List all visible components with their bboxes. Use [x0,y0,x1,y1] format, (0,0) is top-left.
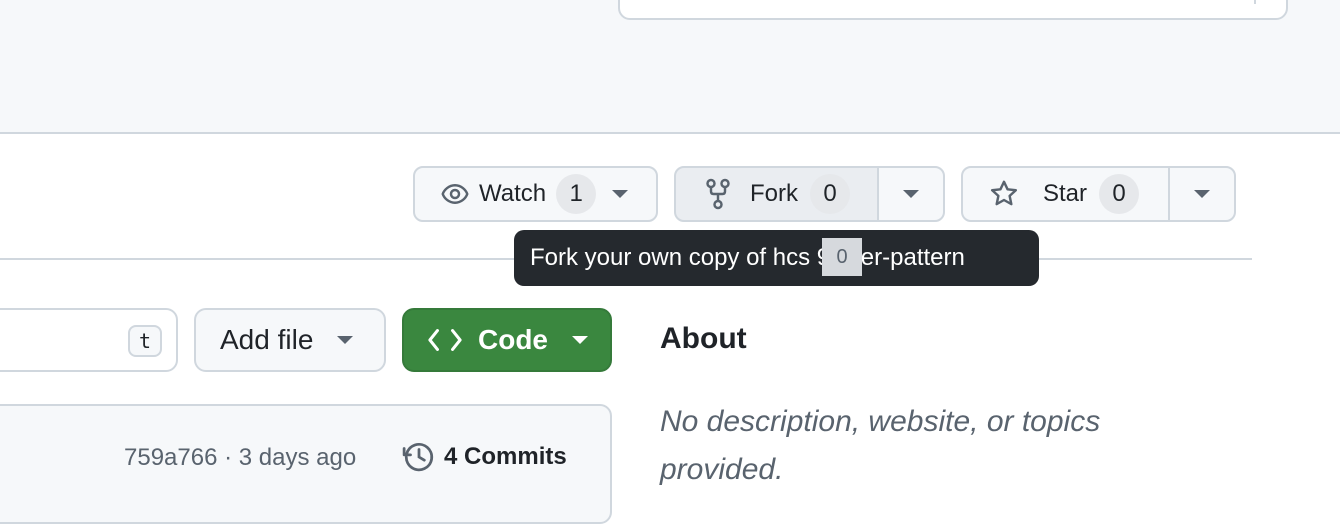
fork-button[interactable]: Fork 0 [674,166,879,222]
eye-icon [441,184,469,204]
fork-dropdown-button[interactable] [877,166,945,222]
triangle-down-icon [572,336,588,344]
fork-tooltip: Fork your own copy of hcs 9/filter-patte… [514,230,1039,286]
add-file-label: Add file [220,324,314,355]
star-icon [990,180,1018,206]
search-divider [1254,0,1256,4]
code-label: Code [478,324,548,355]
tooltip-overlay-count: 0 [822,238,862,276]
commits-label: 4 Commits [444,443,567,470]
code-button[interactable]: Code [402,308,612,372]
fork-count: 0 [810,174,850,214]
triangle-down-icon [1194,190,1210,198]
watch-label: Watch [479,180,547,207]
commit-meta[interactable]: 759a766 · 3 days ago [124,444,356,472]
add-file-button[interactable]: Add file [194,308,386,372]
star-button[interactable]: Star 0 [961,166,1170,222]
star-count: 0 [1099,174,1140,214]
watch-count: 1 [556,174,597,214]
triangle-down-icon [337,336,354,344]
search-input[interactable] [618,0,1288,20]
star-label: Star [1043,180,1088,207]
keyboard-shortcut-hint: t [128,325,162,357]
fork-label: Fork [750,180,798,207]
code-icon [428,329,462,351]
history-icon [402,442,434,472]
triangle-down-icon [903,190,919,198]
watch-button[interactable]: Watch 1 [413,166,658,222]
star-dropdown-button[interactable] [1168,166,1236,222]
header-background [0,0,1340,134]
repo-forked-icon [706,178,730,210]
about-description: No description, website, or topics provi… [660,405,1101,486]
tooltip-text: Fork your own copy of hcs 9/filter-patte… [530,244,965,271]
triangle-down-icon [612,190,629,198]
about-heading: About [660,322,747,355]
commits-link[interactable]: 4 Commits [402,440,567,474]
